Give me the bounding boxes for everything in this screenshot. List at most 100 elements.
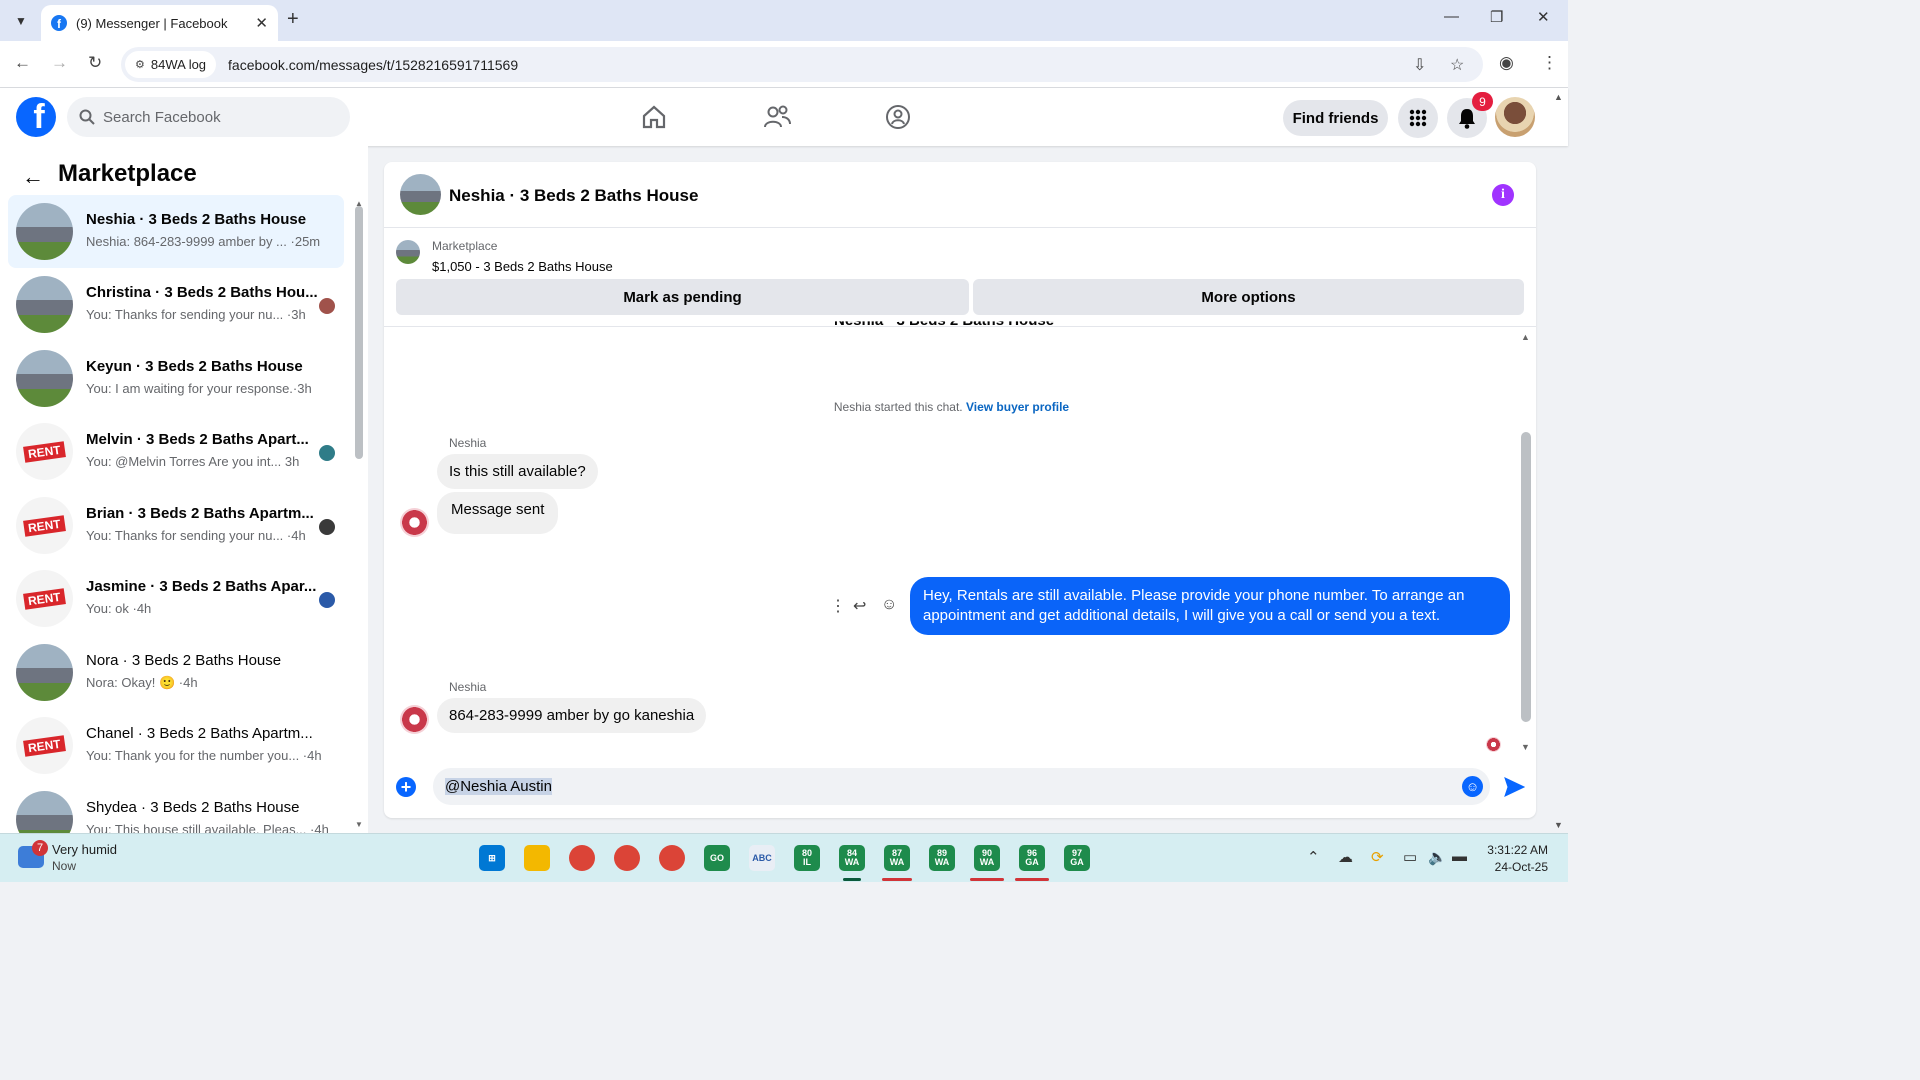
url-text[interactable]: facebook.com/messages/t/1528216591711569: [228, 57, 518, 73]
profile-icon[interactable]: ◉: [1499, 53, 1514, 73]
sidebar-scrollbar[interactable]: [355, 206, 363, 459]
chrome-profile-icon[interactable]: [614, 845, 640, 871]
restore-icon[interactable]: ❐: [1490, 8, 1503, 26]
start-windows-icon[interactable]: ⊞: [479, 845, 505, 871]
tray-chevron-up-icon[interactable]: ⌃: [1307, 848, 1320, 866]
battery-icon[interactable]: ▬: [1452, 848, 1467, 865]
onedrive-off-icon[interactable]: ☁: [1338, 848, 1353, 866]
tab-list-icon[interactable]: ▼: [8, 8, 34, 34]
conversation-item[interactable]: RENT Brian · 3 Beds 2 Baths Apartm... Yo…: [8, 489, 344, 562]
sender-name: Neshia: [449, 680, 487, 694]
seen-receipt-avatar: [1486, 737, 1501, 752]
sidebar-scroll-down-arrow[interactable]: ▼: [355, 820, 363, 829]
message-input[interactable]: @Neshia Austin: [433, 768, 1490, 805]
chat-scroll-up-arrow[interactable]: ▲: [1521, 332, 1530, 342]
address-bar[interactable]: ⚙ 84WA log facebook.com/messages/t/152821…: [121, 47, 1483, 82]
system-clock[interactable]: 3:31:22 AM 24-Oct-25: [1480, 842, 1548, 876]
outgoing-message[interactable]: Hey, Rentals are still available. Please…: [910, 577, 1510, 635]
close-window-icon[interactable]: ✕: [1537, 8, 1550, 26]
taskbar-app-97ga[interactable]: 97 GA: [1064, 845, 1090, 871]
display-icon[interactable]: ▭: [1403, 848, 1417, 866]
conversation-item[interactable]: RENT Chanel · 3 Beds 2 Baths Apartm... Y…: [8, 709, 344, 782]
menu-dots-icon[interactable]: ⋮: [1541, 53, 1558, 73]
bookmark-star-icon[interactable]: ☆: [1450, 55, 1464, 75]
conversation-item[interactable]: RENT Melvin · 3 Beds 2 Baths Apart... Yo…: [8, 415, 344, 488]
forward-icon[interactable]: →: [51, 53, 68, 73]
conversation-item[interactable]: Christina · 3 Beds 2 Baths Hou... You: T…: [8, 268, 344, 341]
taskbar-app-96ga[interactable]: 96 GA: [1019, 845, 1045, 871]
chat-scroll-down-arrow[interactable]: ▼: [1521, 742, 1530, 752]
more-dots-icon[interactable]: ⋮: [830, 596, 846, 616]
conversation-item[interactable]: RENT Jasmine · 3 Beds 2 Baths Apar... Yo…: [8, 562, 344, 635]
emoji-icon[interactable]: ☺: [1462, 776, 1483, 797]
back-arrow-icon[interactable]: ←: [22, 164, 44, 190]
site-info-chip[interactable]: ⚙ 84WA log: [125, 51, 217, 78]
tab-close-icon[interactable]: ✕: [255, 14, 268, 32]
page-scroll-up-arrow[interactable]: ▲: [1554, 92, 1563, 102]
browser-toolbar: ← → ↻ ⚙ 84WA log facebook.com/messages/t/…: [0, 41, 1568, 88]
find-friends-button[interactable]: Find friends: [1283, 100, 1388, 136]
sender-avatar[interactable]: [400, 705, 429, 734]
incoming-message[interactable]: 864-283-9999 amber by go kaneshia: [437, 698, 707, 733]
incoming-message[interactable]: Message sent: [437, 492, 559, 534]
info-icon[interactable]: i: [1492, 184, 1514, 206]
listing-small-thumbnail[interactable]: [396, 240, 420, 264]
search-placeholder: Search Facebook: [103, 108, 221, 126]
weather-alert-badge: 7: [32, 840, 48, 856]
reload-icon[interactable]: ↻: [88, 53, 102, 73]
page-scroll-down-arrow[interactable]: ▼: [1554, 820, 1563, 830]
conversation-snippet: You: @Melvin Torres Are you int... 3h: [86, 454, 300, 469]
conversation-snippet: You: Thank you for the number you... ·4h: [86, 748, 322, 763]
friends-icon[interactable]: [763, 104, 791, 130]
conversation-item[interactable]: Keyun · 3 Beds 2 Baths House You: I am w…: [8, 342, 344, 415]
add-attachment-icon[interactable]: +: [396, 777, 416, 797]
menu-grid-button[interactable]: [1398, 98, 1438, 138]
install-app-icon[interactable]: ⇩: [1413, 55, 1426, 75]
app-icon[interactable]: ABC: [749, 845, 775, 871]
conversation-item[interactable]: Shydea · 3 Beds 2 Baths House You: This …: [8, 783, 344, 833]
taskbar-app-90wa[interactable]: 90 WA: [974, 845, 1000, 871]
app-icon[interactable]: GO: [704, 845, 730, 871]
chrome-profile-icon[interactable]: [659, 845, 685, 871]
conversation-snippet: You: ok ·4h: [86, 601, 152, 616]
groups-icon[interactable]: [885, 104, 911, 130]
reply-icon[interactable]: ↩: [853, 596, 866, 616]
search-facebook-input[interactable]: Search Facebook: [67, 97, 350, 137]
back-icon[interactable]: ←: [14, 53, 31, 73]
flashing-app-indicator: [1015, 878, 1049, 881]
chat-scrollbar[interactable]: [1521, 432, 1531, 722]
chat-listing-avatar[interactable]: [400, 174, 441, 215]
browser-tab[interactable]: f (9) Messenger | Facebook ✕: [41, 5, 278, 41]
app-label: 96 GA: [1025, 848, 1039, 867]
listing-thumbnail: RENT: [16, 497, 73, 554]
incoming-message[interactable]: Is this still available?: [437, 454, 598, 489]
volume-icon[interactable]: 🔈: [1428, 848, 1447, 866]
chrome-icon[interactable]: [569, 845, 595, 871]
conversation-name: Christina · 3 Beds 2 Baths Hou...: [86, 284, 318, 301]
conversation-item[interactable]: Nora · 3 Beds 2 Baths House Nora: Okay! …: [8, 636, 344, 709]
conversation-item[interactable]: Neshia · 3 Beds 2 Baths House Neshia: 86…: [8, 195, 344, 268]
listing-price-title[interactable]: $1,050 - 3 Beds 2 Baths House: [432, 259, 613, 274]
sync-icon[interactable]: ⟳: [1371, 848, 1384, 866]
facebook-logo-icon[interactable]: f: [16, 97, 56, 137]
view-buyer-profile-link[interactable]: View buyer profile: [966, 400, 1069, 414]
file-explorer-icon[interactable]: [524, 845, 550, 871]
taskbar-app-89wa[interactable]: 89 WA: [929, 845, 955, 871]
conversation-name: Shydea · 3 Beds 2 Baths House: [86, 799, 300, 816]
taskbar-app-87wa[interactable]: 87 WA: [884, 845, 910, 871]
home-icon[interactable]: [641, 104, 667, 130]
more-options-button[interactable]: More options: [973, 279, 1524, 315]
minimize-icon[interactable]: —: [1444, 8, 1459, 25]
weather-title[interactable]: Very humid: [52, 842, 117, 857]
sender-avatar[interactable]: [400, 508, 429, 537]
react-emoji-icon[interactable]: ☺: [881, 596, 897, 614]
windows-taskbar: 7 Very humid Now ⊞ GO ABC 80 IL 84 WA 87…: [0, 833, 1568, 882]
message-input-text[interactable]: @Neshia Austin: [445, 778, 552, 795]
taskbar-app-84wa[interactable]: 84 WA: [839, 845, 865, 871]
send-icon[interactable]: [1503, 776, 1525, 798]
mark-as-pending-button[interactable]: Mark as pending: [396, 279, 969, 315]
new-tab-icon[interactable]: +: [287, 8, 299, 31]
chat-title[interactable]: Neshia · 3 Beds 2 Baths House: [449, 186, 698, 206]
profile-avatar[interactable]: [1495, 97, 1535, 137]
taskbar-app-80il[interactable]: 80 IL: [794, 845, 820, 871]
